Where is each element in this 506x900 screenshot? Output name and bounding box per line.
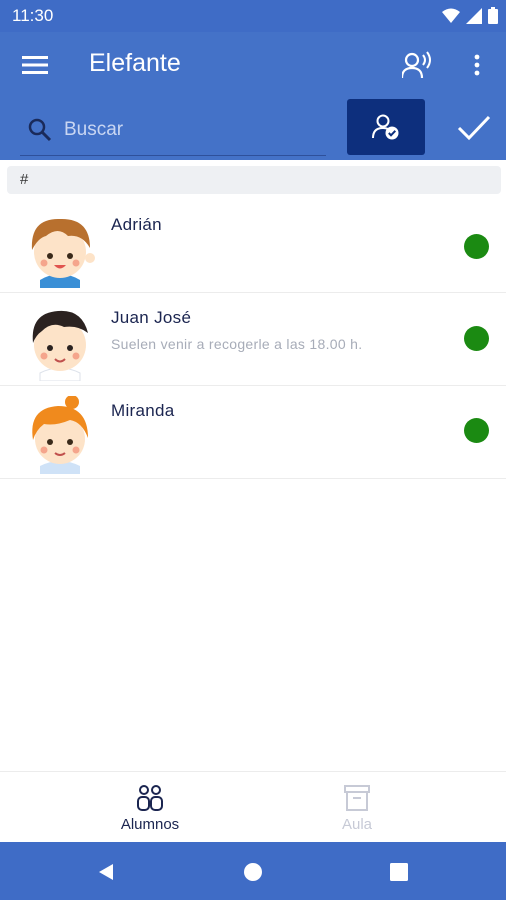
present-status-dot: [464, 234, 489, 259]
app-title: Elefante: [89, 49, 181, 77]
student-list: Adrián Juan José Suelen venir a recogerl…: [0, 200, 506, 479]
status-icons: [442, 7, 498, 24]
students-icon: [137, 785, 163, 811]
present-status-dot: [464, 418, 489, 443]
section-header: #: [7, 166, 501, 194]
attendance-button[interactable]: [347, 99, 425, 155]
search-icon: [28, 118, 52, 142]
archive-box-icon: [344, 785, 370, 811]
home-icon[interactable]: [237, 856, 269, 888]
section-header-label: #: [20, 171, 29, 188]
battery-icon: [488, 7, 498, 24]
confirm-button[interactable]: [452, 108, 496, 148]
nav-alumnos-label: Alumnos: [120, 816, 180, 833]
boy-brown-hair-avatar: [31, 218, 95, 288]
student-name: Adrián: [111, 215, 162, 234]
person-check-icon: [372, 114, 399, 140]
student-row[interactable]: Miranda: [0, 386, 506, 479]
back-icon[interactable]: [90, 856, 122, 888]
hamburger-menu-icon[interactable]: [20, 50, 50, 80]
bottom-navigation: Alumnos Aula: [0, 771, 506, 842]
student-name: Juan José: [111, 308, 192, 327]
present-status-dot: [464, 326, 489, 351]
app-bar: Elefante: [0, 32, 506, 160]
nav-aula[interactable]: Aula: [277, 772, 437, 842]
status-time: 11:30: [12, 6, 54, 25]
status-bar: 11:30: [0, 0, 506, 32]
student-note: Suelen venir a recogerle a las 18.00 h.: [111, 336, 363, 352]
wifi-icon: [442, 8, 460, 23]
search-input[interactable]: [64, 114, 314, 146]
system-navigation: [0, 842, 506, 900]
girl-orange-hair-avatar: [32, 396, 88, 474]
student-row[interactable]: Juan José Suelen venir a recogerle a las…: [0, 293, 506, 386]
student-name: Miranda: [111, 401, 175, 420]
nav-aula-label: Aula: [341, 816, 373, 833]
voice-person-icon[interactable]: [400, 48, 434, 82]
more-vert-icon[interactable]: [462, 48, 492, 82]
search-bar: [20, 110, 326, 156]
checkmark-icon: [457, 115, 491, 141]
cell-signal-icon: [466, 7, 482, 24]
boy-dark-hair-avatar: [32, 310, 88, 381]
recents-icon[interactable]: [383, 856, 415, 888]
student-row[interactable]: Adrián: [0, 200, 506, 293]
nav-alumnos[interactable]: Alumnos: [70, 772, 230, 842]
